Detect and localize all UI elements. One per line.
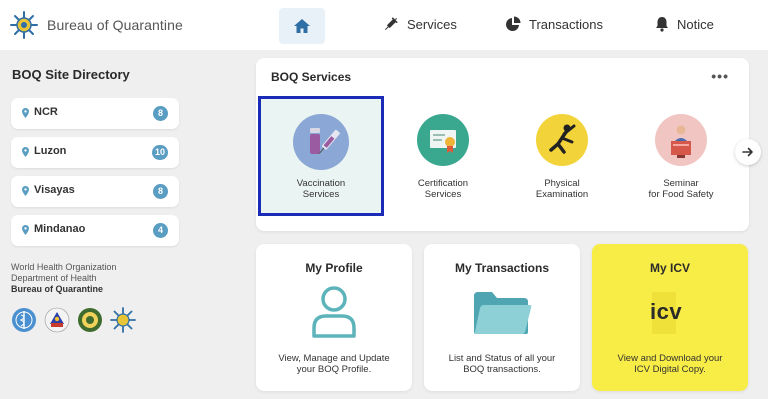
boq-logo-icon — [10, 11, 38, 39]
tile-description: View and Download your ICV Digital Copy. — [617, 353, 723, 375]
bureau-seal-icon — [76, 306, 104, 334]
site-directory-title: BOQ Site Directory — [12, 67, 130, 82]
tile-title: My Profile — [305, 261, 363, 275]
icv-logo: icv — [646, 288, 694, 338]
count-badge: 8 — [153, 184, 168, 199]
location-pin-icon — [22, 225, 29, 235]
tile-title: My Transactions — [454, 261, 550, 275]
vaccine-icon — [293, 114, 349, 170]
service-label: Certification Services — [417, 178, 469, 200]
boq-services-card: BOQ Services ••• Vaccination Services Ce… — [256, 58, 749, 231]
bell-icon — [656, 17, 668, 32]
home-icon — [294, 19, 310, 33]
nav-transactions-label: Transactions — [529, 16, 603, 32]
my-transactions-tile[interactable]: My Transactions List and Status of all y… — [424, 244, 580, 391]
location-pin-icon — [22, 147, 29, 157]
doh-logo-icon — [43, 306, 71, 334]
directory-item-ncr[interactable]: NCR 8 — [11, 98, 179, 129]
my-icv-tile[interactable]: My ICV icv View and Download your ICV Di… — [592, 244, 748, 391]
partner-logos — [10, 306, 142, 334]
service-label: Seminar for Food Safety — [648, 178, 714, 200]
organization-list: World Health Organization Department of … — [11, 262, 116, 295]
directory-label: Mindanao — [34, 223, 86, 235]
directory-item-mindanao[interactable]: Mindanao 4 — [11, 215, 179, 246]
seminar-icon — [655, 114, 707, 166]
folder-icon — [474, 292, 532, 334]
directory-item-luzon[interactable]: Luzon 10 — [11, 137, 179, 168]
tile-description: View, Manage and Update your BOQ Profile… — [278, 353, 390, 375]
arrow-right-icon — [742, 147, 753, 157]
service-label: Physical Examination — [535, 178, 589, 200]
count-badge: 4 — [153, 223, 168, 238]
pie-chart-icon — [506, 16, 521, 31]
nav-services[interactable]: Services — [383, 16, 457, 32]
nav-notice[interactable]: Notice — [655, 16, 714, 32]
tile-description: List and Status of all your BOQ transact… — [448, 353, 556, 375]
syringe-icon — [384, 17, 398, 31]
icv-logo-text: icv — [650, 299, 683, 324]
who-logo-icon — [10, 306, 38, 334]
directory-label: Luzon — [34, 145, 67, 157]
exercise-icon — [536, 114, 588, 166]
service-food-safety-seminar[interactable]: Seminar for Food Safety — [618, 96, 744, 216]
brand[interactable]: Bureau of Quarantine — [9, 10, 183, 40]
service-certification[interactable]: Certification Services — [380, 96, 506, 216]
count-badge: 10 — [151, 145, 168, 160]
service-vaccination[interactable]: Vaccination Services — [258, 96, 384, 216]
more-options-icon[interactable]: ••• — [711, 68, 729, 84]
directory-label: Visayas — [34, 184, 75, 196]
my-profile-tile[interactable]: My Profile View, Manage and Update your … — [256, 244, 412, 391]
tile-title: My ICV — [649, 261, 690, 275]
directory-label: NCR — [34, 106, 58, 118]
nav-notice-label: Notice — [677, 16, 714, 32]
count-badge: 8 — [153, 106, 168, 121]
top-bar: Bureau of Quarantine Services Transactio… — [0, 0, 768, 50]
service-physical-exam[interactable]: Physical Examination — [499, 96, 625, 216]
location-pin-icon — [22, 108, 29, 118]
org-who: World Health Organization — [11, 262, 117, 272]
service-label: Vaccination Services — [296, 178, 346, 200]
org-boq: Bureau of Quarantine — [11, 284, 104, 294]
user-icon — [312, 286, 356, 338]
location-pin-icon — [22, 186, 29, 196]
certificate-icon — [417, 114, 469, 166]
brand-name: Bureau of Quarantine — [47, 17, 183, 33]
directory-item-visayas[interactable]: Visayas 8 — [11, 176, 179, 207]
nav-transactions[interactable]: Transactions — [505, 16, 603, 32]
next-services-button[interactable] — [735, 139, 761, 165]
boq-seal-icon — [109, 306, 137, 334]
services-title: BOQ Services — [271, 70, 352, 84]
org-doh: Department of Health — [11, 273, 97, 283]
nav-services-label: Services — [407, 16, 457, 32]
nav-home[interactable] — [279, 8, 325, 44]
